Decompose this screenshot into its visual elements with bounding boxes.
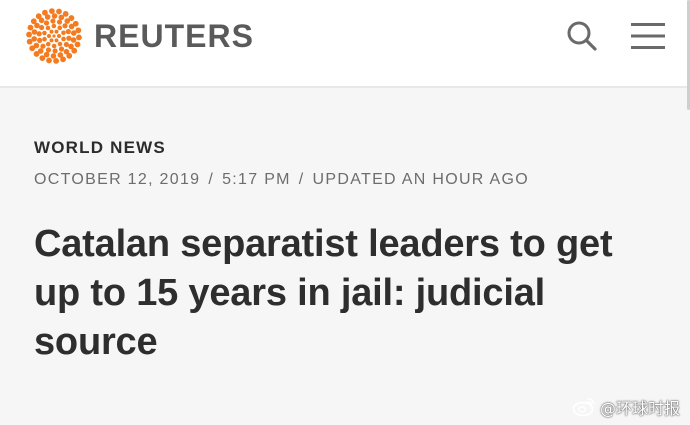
article-content: WORLD NEWS OCTOBER 12, 2019 / 5:17 PM / UPDA… [34, 138, 660, 367]
logo-dot [56, 19, 63, 25]
logo-dot [26, 38, 33, 45]
logo-dot [75, 27, 82, 34]
logo-dot [30, 18, 37, 25]
logo-dot [42, 30, 47, 36]
logo-dot [37, 37, 43, 43]
hamburger-menu-icon [631, 23, 665, 49]
article-page: REUTERS WORLD NEWS OCTOBER 12, 2019/5:17… [0, 0, 690, 425]
logo-dot [35, 13, 42, 20]
logo-dot [63, 41, 69, 48]
section-label[interactable]: WORLD NEWS [34, 138, 660, 158]
logo-dot [50, 53, 57, 59]
search-icon [567, 21, 597, 51]
logo-dot [49, 38, 54, 43]
logo-dot [33, 51, 40, 57]
logo-dot [76, 34, 82, 41]
logo-dot [50, 18, 56, 24]
reuters-logo-icon [26, 8, 82, 64]
logo-dot [51, 13, 58, 19]
logo-dot [54, 29, 59, 34]
logo-dot [52, 48, 58, 54]
reuters-logo[interactable]: REUTERS [24, 6, 254, 66]
logo-dot [70, 37, 77, 43]
logo-dot [65, 29, 71, 35]
watermark-text: @环球时报 [599, 399, 680, 418]
logo-dot [66, 52, 73, 59]
brand-name: REUTERS [94, 18, 254, 54]
meta-separator: / [298, 171, 305, 188]
logo-dot [53, 58, 60, 64]
menu-button[interactable] [630, 18, 666, 54]
logo-dot [40, 43, 46, 49]
logo-dot [45, 47, 52, 53]
top-navigation-bar: REUTERS [0, 0, 690, 110]
logo-dot [71, 47, 78, 54]
logo-dot [29, 45, 36, 52]
logo-dot [39, 24, 45, 31]
article-meta: OCTOBER 12, 2019 / 5:17 PM / UPDATED AN HOUR… [34, 170, 660, 190]
logo-dot [61, 36, 66, 42]
logo-dot [39, 55, 46, 62]
logo-dot [26, 31, 32, 38]
logo-dot [66, 35, 72, 41]
logo-dot [56, 8, 62, 15]
logo-dot [58, 46, 65, 52]
logo-dot [54, 38, 59, 43]
logo-dot [62, 10, 69, 17]
watermark: @环球时报 [572, 395, 680, 419]
logo-dot [42, 9, 48, 16]
logo-dot [47, 34, 51, 38]
logo-dot [68, 15, 75, 21]
article-date: OCTOBER 12, 2019 [34, 171, 201, 188]
logo-dot [31, 29, 38, 35]
logo-dot [36, 31, 42, 37]
logo-dot [27, 24, 34, 31]
article-headline: Catalan separatist leaders to get up to … [34, 223, 613, 363]
logo-dot [49, 29, 54, 34]
logo-dot [51, 43, 57, 49]
article-updated: UPDATED AN HOUR AGO [312, 171, 529, 188]
logo-dot [74, 41, 81, 48]
logo-dot [51, 23, 57, 29]
article-time: 5:17 PM [222, 171, 291, 188]
logo-dot [62, 23, 68, 29]
logo-dot [61, 30, 66, 36]
logo-dot [72, 20, 79, 27]
logo-dot [52, 34, 56, 38]
logo-dot [57, 34, 61, 38]
meta-separator: / [208, 171, 215, 188]
search-button[interactable] [564, 18, 600, 54]
weibo-icon [572, 398, 595, 417]
logo-dot [60, 56, 66, 63]
logo-dot [43, 20, 50, 26]
logo-dot [57, 25, 63, 31]
logo-dot [45, 41, 51, 47]
logo-dot [42, 36, 47, 42]
logo-dot [45, 25, 51, 31]
logo-dot [48, 8, 55, 14]
logo-dot [57, 41, 63, 47]
logo-dot [46, 57, 52, 64]
